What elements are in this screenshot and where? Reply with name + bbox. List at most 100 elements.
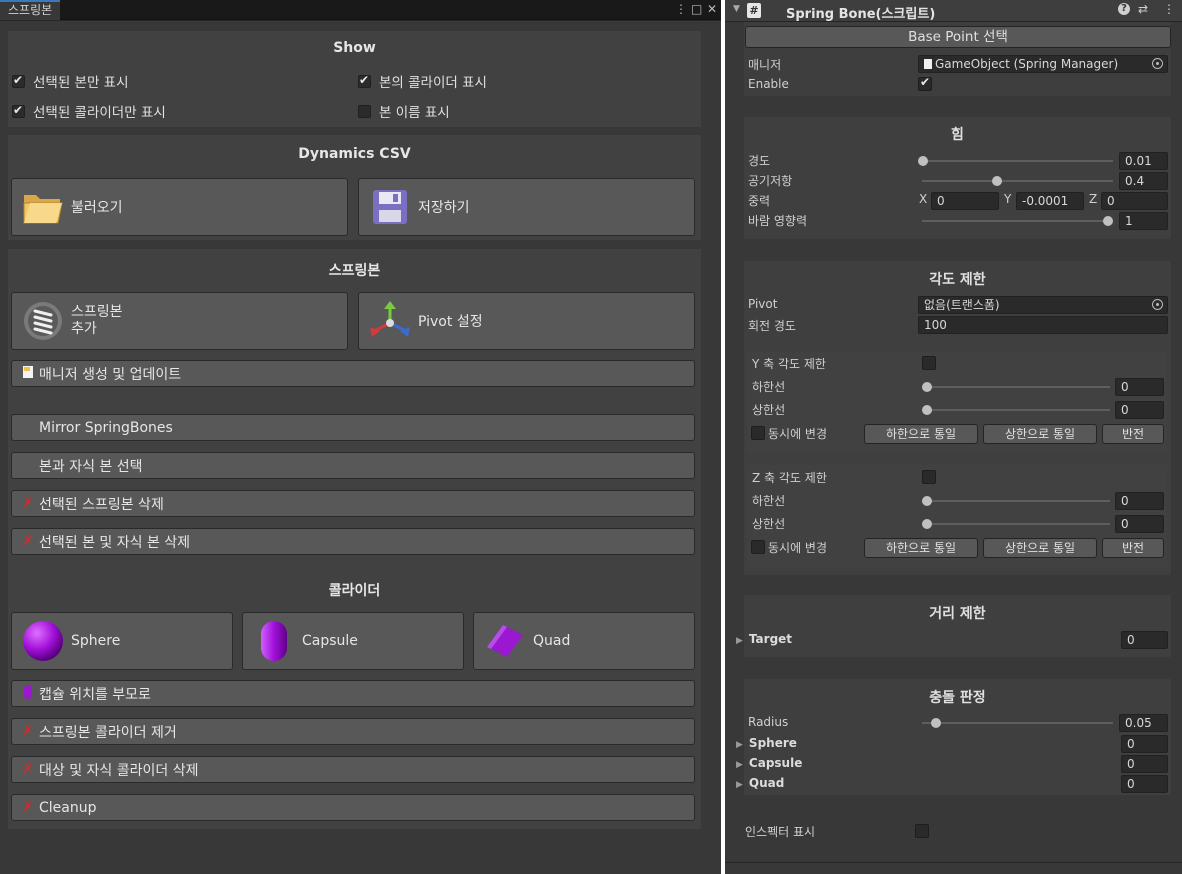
z-lower-slider-knob[interactable]: [922, 496, 932, 506]
z-axis-limit-checkbox[interactable]: [922, 470, 936, 484]
add-springbone-button[interactable]: 스프링본 추가: [11, 292, 348, 350]
z-sync-checkbox[interactable]: [751, 540, 765, 554]
foldout-arrow-icon[interactable]: ▼: [733, 4, 740, 14]
capsule-colliders-foldout[interactable]: ▶ Capsule: [736, 756, 802, 770]
tab-springbone[interactable]: 스프링본: [0, 0, 61, 20]
y-lower-slider-knob[interactable]: [922, 382, 932, 392]
collider-title: 콜라이더: [328, 583, 381, 599]
z-upper-slider-track[interactable]: [926, 523, 1110, 525]
enable-checkbox[interactable]: [918, 75, 932, 91]
gravity-x-field[interactable]: 0: [931, 192, 999, 210]
z-lower-label: 하한선: [752, 494, 786, 508]
stiffness-slider-knob[interactable]: [918, 156, 928, 166]
capsule-label: Capsule: [302, 633, 358, 649]
preset-icon[interactable]: ⇄: [1138, 2, 1148, 16]
radius-value-field[interactable]: 0.05: [1119, 714, 1168, 732]
context-menu-icon[interactable]: ⋮: [1163, 2, 1175, 16]
capsule-to-parent-label: 캡슐 위치를 부모로: [39, 686, 151, 703]
object-picker-icon[interactable]: [1152, 58, 1163, 69]
wind-value-field[interactable]: 1: [1119, 212, 1168, 230]
cleanup-button[interactable]: ✗ Cleanup: [11, 794, 695, 821]
foldout-arrow-icon: ▶: [736, 740, 743, 750]
close-icon[interactable]: ✕: [707, 2, 717, 16]
manager-object-field[interactable]: GameObject (Spring Manager): [918, 55, 1168, 73]
save-label: 저장하기: [418, 200, 470, 216]
component-header[interactable]: ▼ # Spring Bone(스크립트) ? ⇄ ⋮: [725, 0, 1182, 22]
capsule-small-icon: [19, 684, 37, 703]
capsule-collider-button[interactable]: Capsule: [242, 612, 464, 670]
quad-label: Quad: [533, 633, 571, 649]
quad-colliders-foldout[interactable]: ▶ Quad: [736, 776, 784, 790]
checkbox[interactable]: [12, 103, 25, 118]
help-icon[interactable]: ?: [1118, 3, 1130, 15]
y-upper-slider-track[interactable]: [926, 409, 1110, 411]
y-upper-slider-knob[interactable]: [922, 405, 932, 415]
sphere-colliders-foldout[interactable]: ▶ Sphere: [736, 736, 797, 750]
z-unify-lower-button[interactable]: 하한으로 통일: [864, 538, 978, 558]
rotation-stiffness-field[interactable]: 100: [918, 316, 1168, 334]
checkbox[interactable]: [12, 73, 25, 88]
y-unify-upper-button[interactable]: 상한으로 통일: [983, 424, 1097, 444]
show-title: Show: [333, 40, 376, 56]
y-lower-slider-track[interactable]: [926, 386, 1110, 388]
toggle-bone-colliders[interactable]: 본의 콜라이더 표시: [358, 71, 487, 91]
gravity-y-field[interactable]: -0.0001: [1016, 192, 1084, 210]
delete-x-icon: ✗: [22, 534, 34, 549]
quad-collider-button[interactable]: Quad: [473, 612, 695, 670]
quad-size-field[interactable]: 0: [1121, 775, 1168, 793]
y-invert-button[interactable]: 반전: [1102, 424, 1164, 444]
checkbox[interactable]: [358, 104, 371, 118]
sphere-size-field[interactable]: 0: [1121, 735, 1168, 753]
create-manager-button[interactable]: 매니저 생성 및 업데이트: [11, 360, 695, 387]
capsule-size-field[interactable]: 0: [1121, 755, 1168, 773]
target-size-field[interactable]: 0: [1121, 631, 1168, 649]
show-inspector-checkbox[interactable]: [915, 824, 929, 838]
delete-bone-and-children-button[interactable]: ✗ 선택된 본 및 자식 본 삭제: [11, 528, 695, 555]
z-invert-button[interactable]: 반전: [1102, 538, 1164, 558]
maximize-icon[interactable]: □: [691, 2, 702, 16]
sphere-collider-button[interactable]: Sphere: [11, 612, 233, 670]
y-axis-limit-checkbox[interactable]: [922, 356, 936, 370]
stiffness-slider-track[interactable]: [922, 160, 1113, 162]
drag-slider-track[interactable]: [922, 180, 1113, 182]
stiffness-value-field[interactable]: 0.01: [1119, 152, 1168, 170]
toggle-selected-colliders-only[interactable]: 선택된 콜라이더만 표시: [12, 101, 166, 121]
select-bone-and-children-button[interactable]: 본과 자식 본 선택: [11, 452, 695, 479]
y-sync-checkbox[interactable]: [751, 426, 765, 440]
toggle-bone-names[interactable]: 본 이름 표시: [358, 101, 450, 121]
gravity-z-field[interactable]: 0: [1101, 192, 1168, 210]
pivot-object-field[interactable]: 없음(트랜스폼): [918, 296, 1168, 314]
remove-springbone-collider-button[interactable]: ✗ 스프링본 콜라이더 제거: [11, 718, 695, 745]
z-upper-field[interactable]: 0: [1115, 515, 1164, 533]
save-button[interactable]: 저장하기: [358, 178, 695, 236]
z-lower-slider-track[interactable]: [926, 500, 1110, 502]
object-picker-icon[interactable]: [1152, 299, 1163, 310]
toggle-selected-bones-only[interactable]: 선택된 본만 표시: [12, 71, 129, 91]
delete-target-children-colliders-button[interactable]: ✗ 대상 및 자식 콜라이더 삭제: [11, 756, 695, 783]
pivot-setup-button[interactable]: Pivot 설정: [358, 292, 695, 350]
remove-collider-label: 스프링본 콜라이더 제거: [39, 724, 177, 741]
delete-selected-springbone-button[interactable]: ✗ 선택된 스프링본 삭제: [11, 490, 695, 517]
capsule-to-parent-button[interactable]: 캡슐 위치를 부모로: [11, 680, 695, 707]
z-upper-slider-knob[interactable]: [922, 519, 932, 529]
drag-slider-knob[interactable]: [992, 176, 1002, 186]
radius-slider-track[interactable]: [922, 722, 1113, 724]
target-foldout[interactable]: ▶ Target: [736, 632, 792, 646]
mirror-springbones-button[interactable]: Mirror SpringBones: [11, 414, 695, 441]
drag-value-field[interactable]: 0.4: [1119, 172, 1168, 190]
wind-slider-knob[interactable]: [1103, 216, 1113, 226]
base-point-select-button[interactable]: Base Point 선택: [745, 26, 1171, 48]
checkbox[interactable]: [358, 73, 371, 88]
y-unify-lower-button[interactable]: 하한으로 통일: [864, 424, 978, 444]
y-lower-field[interactable]: 0: [1115, 378, 1164, 396]
document-icon: [19, 365, 37, 383]
floppy-disk-icon: [368, 185, 412, 229]
y-upper-field[interactable]: 0: [1115, 401, 1164, 419]
radius-slider-knob[interactable]: [931, 718, 941, 728]
wind-slider-track[interactable]: [922, 220, 1113, 222]
load-button[interactable]: 불러오기: [11, 178, 348, 236]
window-menu-icon[interactable]: ⋮: [675, 2, 687, 16]
z-lower-field[interactable]: 0: [1115, 492, 1164, 510]
z-unify-upper-button[interactable]: 상한으로 통일: [983, 538, 1097, 558]
show-section: Show 선택된 본만 표시 본의 콜라이더 표시 선택된 콜라이더만 표시 본…: [8, 31, 701, 127]
